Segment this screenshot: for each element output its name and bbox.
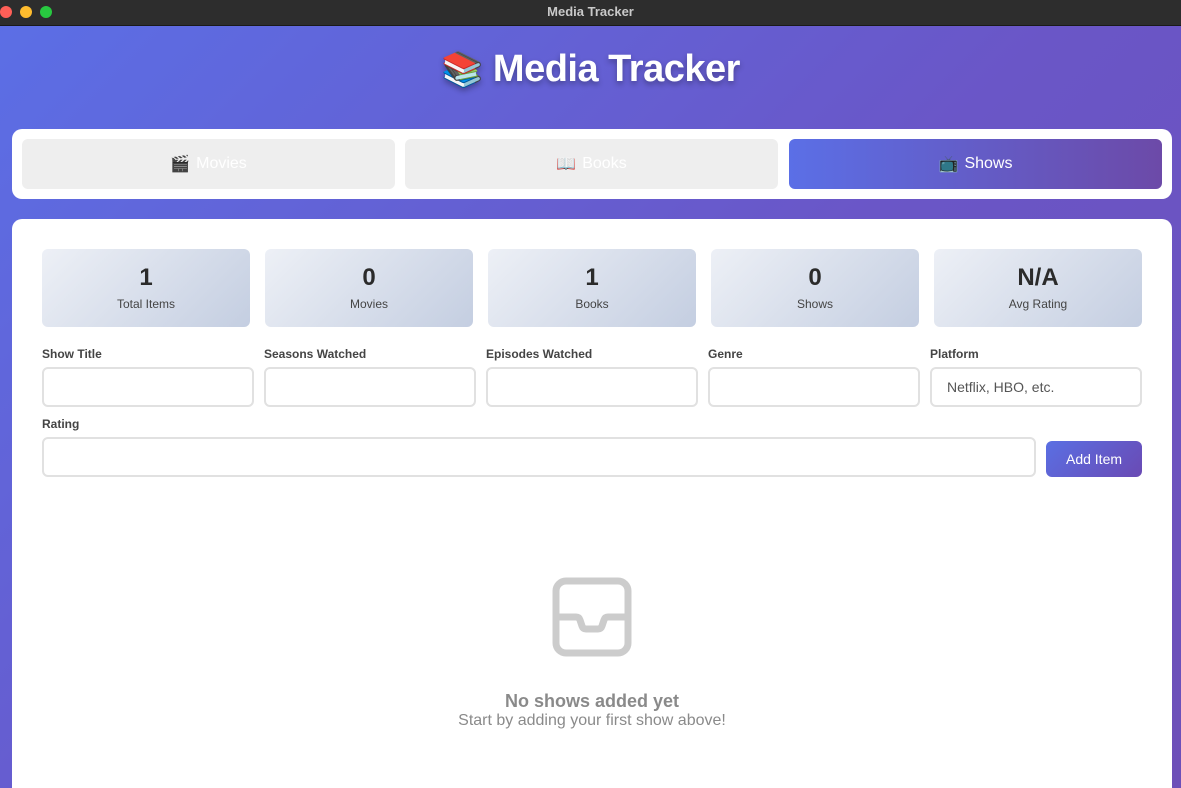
open-book-icon: 📖 <box>556 156 577 173</box>
tab-shows-label: Shows <box>964 155 1013 172</box>
stat-label: Shows <box>796 297 834 311</box>
stat-label: Total Items <box>116 297 176 311</box>
window-title: Media Tracker <box>547 4 634 19</box>
seasons-watched-input[interactable] <box>264 367 476 407</box>
television-icon: 📺 <box>938 156 959 173</box>
books-icon: 📚 <box>441 51 483 89</box>
rating-input[interactable] <box>42 437 1036 477</box>
platform-label: Platform <box>930 347 979 361</box>
stat-card-movies: 0 Movies <box>265 249 473 327</box>
empty-state-title: No shows added yet <box>504 691 680 711</box>
seasons-watched-label: Seasons Watched <box>264 347 367 361</box>
genre-label: Genre <box>708 347 743 361</box>
stat-value: 1 <box>139 264 153 291</box>
window-titlebar: Media Tracker <box>0 0 1181 26</box>
tab-movies[interactable]: 🎬 Movies <box>22 139 395 189</box>
stat-value: N/A <box>1017 264 1059 291</box>
add-item-button[interactable]: Add Item <box>1046 441 1142 477</box>
page-title-text: Media Tracker <box>492 48 740 90</box>
genre-input[interactable] <box>708 367 920 407</box>
tab-shows[interactable]: 📺 Shows <box>789 139 1162 189</box>
main-panel: 1 Total Items 0 Movies 1 Books 0 Shows N… <box>12 219 1172 788</box>
inbox-icon <box>552 577 632 657</box>
episodes-watched-label: Episodes Watched <box>486 347 593 361</box>
stat-card-avg-rating: N/A Avg Rating <box>934 249 1142 327</box>
episodes-watched-input[interactable] <box>486 367 698 407</box>
tab-bar: 🎬 Movies 📖 Books 📺 Shows <box>12 129 1172 199</box>
tab-movies-label: Movies <box>196 155 247 172</box>
platform-input[interactable] <box>930 367 1142 407</box>
stat-value: 1 <box>585 264 599 291</box>
tab-books[interactable]: 📖 Books <box>405 139 778 189</box>
stat-label: Avg Rating <box>1008 297 1068 311</box>
tab-books-label: Books <box>582 155 627 172</box>
page-title: 📚 Media Tracker <box>0 48 1181 91</box>
stat-label: Movies <box>349 297 388 311</box>
stat-value: 0 <box>808 264 822 291</box>
empty-state-subtitle: Start by adding your first show above! <box>458 712 726 729</box>
stat-value: 0 <box>362 264 376 291</box>
stat-card-total-items: 1 Total Items <box>42 249 250 327</box>
stat-card-books: 1 Books <box>488 249 696 327</box>
clapper-board-icon: 🎬 <box>170 156 191 173</box>
stat-label: Books <box>575 297 609 311</box>
show-title-label: Show Title <box>42 347 102 361</box>
stat-card-shows: 0 Shows <box>711 249 919 327</box>
rating-label: Rating <box>42 417 80 431</box>
show-title-input[interactable] <box>42 367 254 407</box>
